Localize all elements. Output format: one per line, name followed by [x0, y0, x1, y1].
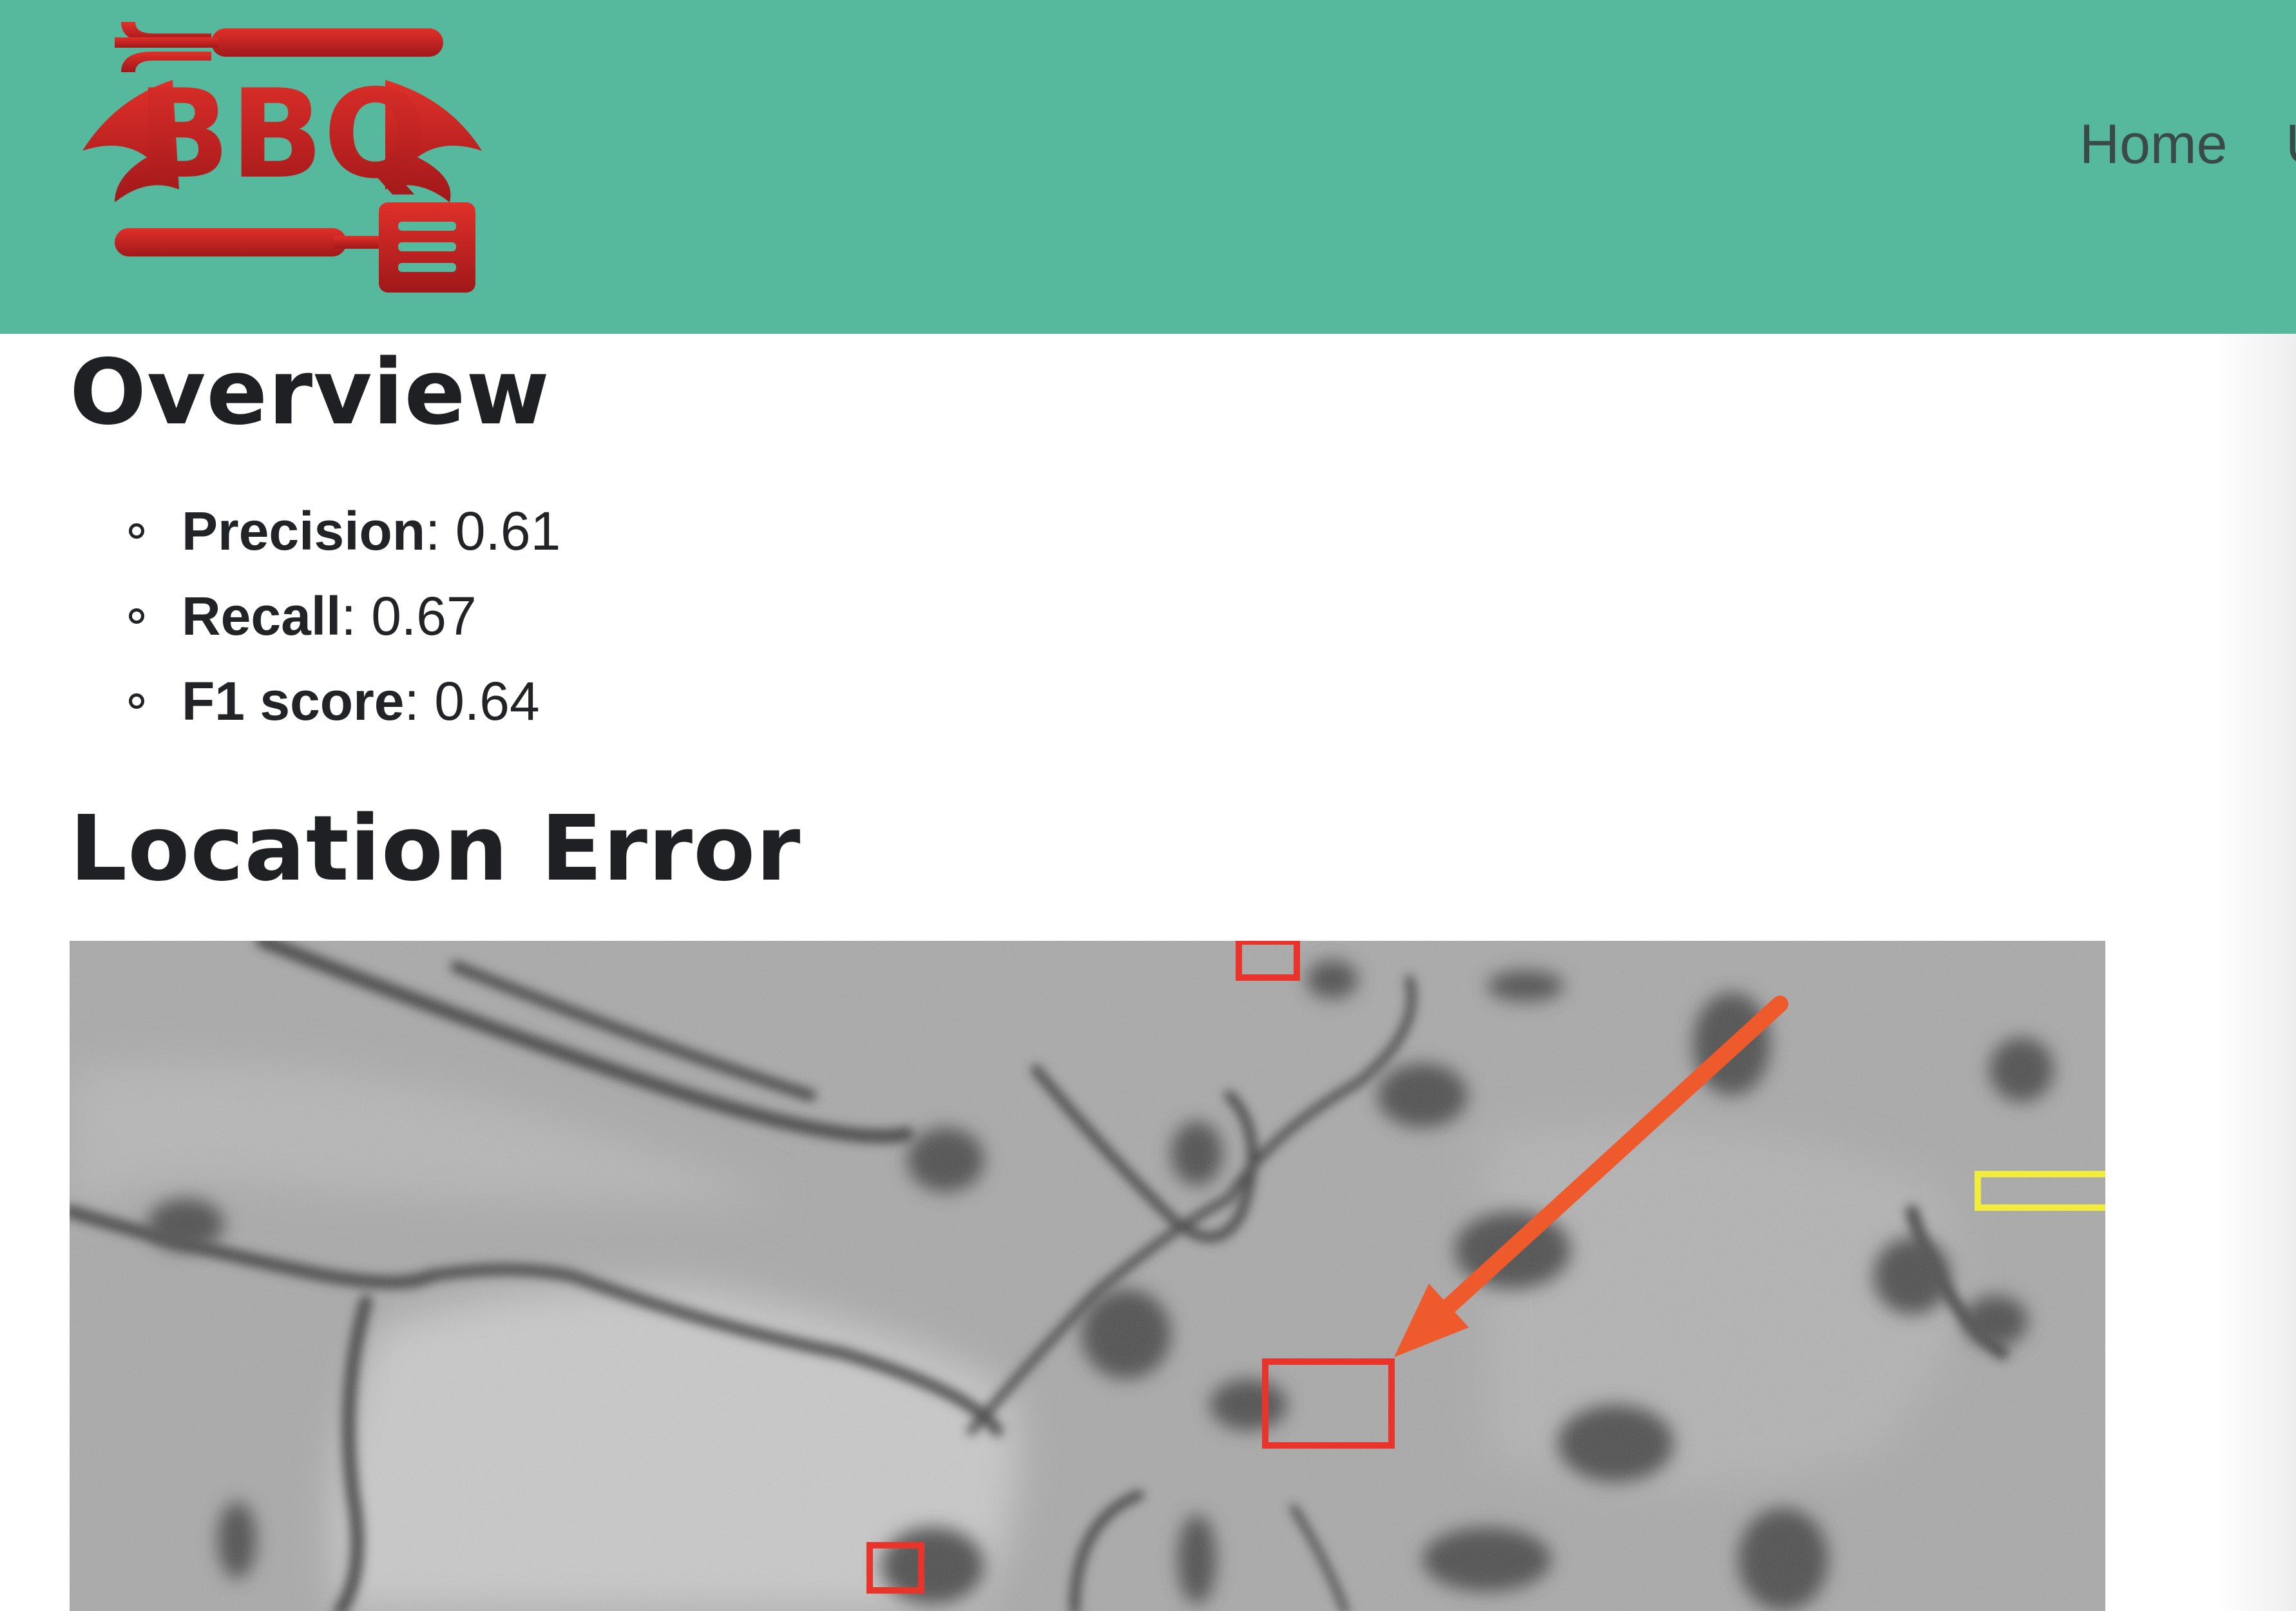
metric-value: 0.64 — [434, 671, 540, 731]
metric-label: Precision — [182, 501, 426, 561]
location-error-image — [70, 941, 2105, 1611]
metric-precision: Precision: 0.61 — [70, 488, 560, 574]
site-header: BBQ Home U — [0, 0, 2296, 334]
location-error-heading: Location Error — [70, 796, 801, 902]
bullet-icon — [129, 523, 144, 539]
metrics-list: Precision: 0.61 Recall: 0.67 F1 score: 0… — [70, 488, 560, 744]
logo-text: BBQ — [137, 63, 427, 206]
bullet-icon — [129, 608, 144, 624]
overview-heading: Overview — [70, 340, 550, 445]
metric-label: Recall — [182, 586, 341, 646]
metric-separator: : — [425, 501, 441, 561]
metric-separator: : — [404, 671, 419, 731]
nav-home-link[interactable]: Home — [2080, 113, 2227, 177]
microscopy-image — [70, 941, 2105, 1611]
metric-separator: : — [341, 586, 356, 646]
metric-value: 0.61 — [455, 501, 561, 561]
metric-label: F1 score — [182, 671, 405, 731]
metric-recall: Recall: 0.67 — [70, 574, 560, 659]
metric-f1-score: F1 score: 0.64 — [70, 659, 560, 744]
scroll-edge-shadow — [2216, 334, 2296, 1611]
nav-next-link[interactable]: U — [2286, 113, 2296, 177]
bbq-logo[interactable]: BBQ — [76, 9, 488, 293]
bullet-icon — [129, 693, 144, 709]
metric-value: 0.67 — [371, 586, 477, 646]
spatula-icon — [115, 202, 475, 293]
